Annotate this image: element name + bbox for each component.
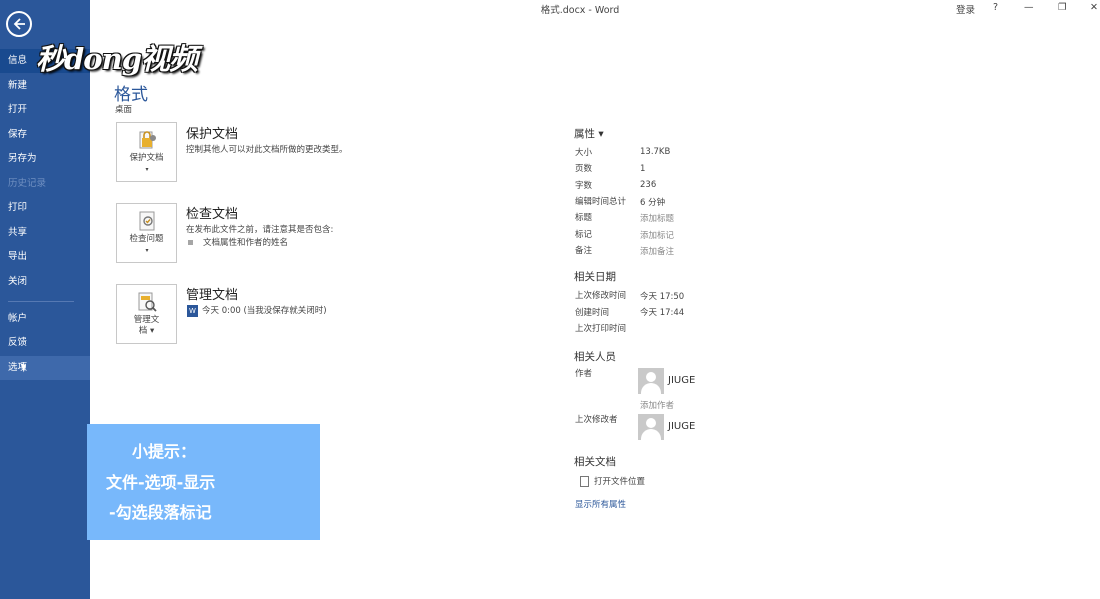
nav-account[interactable]: 帐户 [0,307,90,331]
protect-section-desc: 控制其他人可以对此文档所做的更改类型。 [186,145,348,155]
nav-share[interactable]: 共享 [0,221,90,245]
prop-label-pages: 页数 [575,164,593,174]
nav-options[interactable]: 选项 [0,356,90,380]
document-icon [580,476,589,487]
open-file-location-text: 打开文件位置 [594,477,646,487]
author-name[interactable]: JIUGE [668,375,695,386]
restore-icon[interactable]: ❐ [1058,2,1067,13]
chevron-down-icon: ▾ [145,247,149,254]
author-avatar [638,368,664,394]
manage-section-title: 管理文档 [186,288,239,303]
chevron-down-icon: ▾ [145,166,149,173]
show-all-properties-link[interactable]: 显示所有属性 [575,498,626,510]
prop-label-title: 标题 [575,213,593,223]
protect-button-label: 保护文档 [129,153,164,163]
nav-open[interactable]: 打开 [0,98,90,122]
modifier-name[interactable]: JIUGE [668,421,695,432]
nav-divider [8,301,74,302]
prop-value-created: 今天 17:44 [640,308,685,318]
nav-close[interactable]: 关闭 [0,270,90,294]
prop-label-last-modified: 上次修改时间 [575,291,627,301]
related-people-header: 相关人员 [574,351,616,363]
backstage-sidebar: 信息 新建 打开 保存 另存为 历史记录 打印 共享 导出 关闭 帐户 反馈 选… [0,0,90,599]
prop-label-words: 字数 [575,181,593,191]
manage-button-label-2: 档 [138,326,148,336]
tip-overlay: 小提示： 文件-选项-显示 -勾选段落标记 [87,424,320,540]
nav-save-as[interactable]: 另存为 [0,147,90,171]
add-tags-field[interactable]: 添加标记 [640,229,674,241]
prop-label-tags: 标记 [575,230,593,240]
inspect-icon [139,211,155,231]
autosave-entry-text: 今天 0:00 (当我没保存就关闭时) [202,306,327,316]
related-documents-header: 相关文档 [574,456,616,468]
prop-label-comments: 备注 [575,246,593,256]
word-backstage: 信息 新建 打开 保存 另存为 历史记录 打印 共享 导出 关闭 帐户 反馈 选… [0,0,1100,599]
autosave-entry[interactable]: W 今天 0:00 (当我没保存就关闭时) [187,304,327,317]
protect-document-button[interactable]: 保护文档 ▾ [116,122,177,182]
watermark-logo-text: 秒dong视频 [36,42,198,76]
inspect-document-button[interactable]: 检查问题 ▾ [116,203,177,263]
prop-value-pages: 1 [640,164,646,174]
lock-icon [139,131,156,149]
related-dates-header: 相关日期 [574,271,616,283]
nav-save[interactable]: 保存 [0,123,90,147]
tip-line-3: -勾选段落标记 [109,503,212,522]
prop-label-author: 作者 [575,369,593,379]
tip-line-1: 小提示： [132,442,197,461]
nav-feedback[interactable]: 反馈 [0,331,90,355]
prop-label-edit-time: 编辑时间总计 [575,197,627,207]
watermark-logo: 秒dong视频 [36,36,204,76]
prop-label-created: 创建时间 [575,308,610,318]
prop-value-size: 13.7KB [640,147,671,157]
minimize-icon[interactable]: — [1024,2,1034,13]
page-title: 格式 [114,85,148,105]
prop-label-size: 大小 [575,148,593,158]
prop-label-last-modified-by: 上次修改者 [575,415,618,425]
inspect-bullet: 文档属性和作者的姓名 [188,236,288,248]
nav-history: 历史记录 [8,178,47,189]
add-author-field[interactable]: 添加作者 [640,399,674,411]
manage-document-icon [138,292,157,312]
tip-line-2: 文件-选项-显示 [106,473,216,492]
window-title: 格式.docx - Word [540,5,620,16]
manage-button-label-1: 管理文 [133,315,160,325]
protect-section-title: 保护文档 [186,127,239,142]
inspect-section-desc: 在发布此文件之前，请注意其是否包含: [186,225,334,235]
modifier-avatar [638,414,664,440]
nav-export[interactable]: 导出 [0,245,90,269]
open-file-location-link[interactable]: 打开文件位置 [580,475,645,487]
add-comments-field[interactable]: 添加备注 [640,245,674,257]
signin-link[interactable]: 登录 [956,2,975,16]
manage-button-label: 管理文 档 ▾ [117,315,176,337]
prop-label-last-printed: 上次打印时间 [575,324,627,334]
document-location: 桌面 [115,105,133,115]
properties-dropdown[interactable]: 属性 ▾ [574,126,604,141]
inspect-section-title: 检查文档 [186,207,239,222]
chevron-down-icon: ▾ [147,326,155,336]
prop-value-words: 236 [640,180,657,190]
nav-print[interactable]: 打印 [0,196,90,220]
prop-value-edit-time: 6 分钟 [640,198,666,208]
inspect-button-label: 检查问题 [129,234,164,244]
close-icon[interactable]: ✕ [1090,2,1098,13]
bullet-icon [188,240,193,245]
help-icon[interactable]: ? [993,2,998,13]
add-title-field[interactable]: 添加标题 [640,212,674,224]
word-file-icon: W [187,304,198,317]
back-arrow-icon[interactable] [6,11,32,37]
inspect-bullet-text: 文档属性和作者的姓名 [203,238,289,248]
prop-value-last-modified: 今天 17:50 [640,292,685,302]
manage-document-button[interactable]: 管理文 档 ▾ [116,284,177,344]
